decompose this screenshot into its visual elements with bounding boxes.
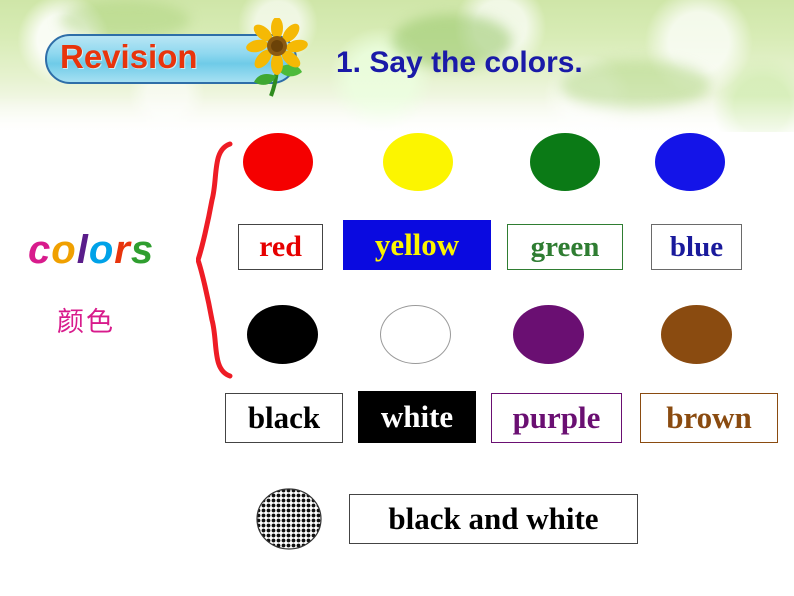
- yellow-circle: [383, 133, 453, 191]
- curly-brace-icon: [196, 141, 233, 379]
- word-blue[interactable]: blue: [651, 224, 742, 270]
- colors-label-chinese: 颜色: [57, 307, 115, 338]
- word-green[interactable]: green: [507, 224, 623, 270]
- page-title: 1. Say the colors.: [336, 46, 583, 79]
- word-red-label: red: [259, 230, 302, 263]
- word-red[interactable]: red: [238, 224, 323, 270]
- colors-letter-o1: o: [51, 228, 77, 272]
- slide-canvas: Revision 1. Say the colors. colors 颜色 re…: [0, 0, 794, 596]
- colors-label: colors: [28, 228, 154, 273]
- word-white[interactable]: white: [358, 391, 476, 443]
- white-circle: [380, 305, 451, 364]
- black-and-white-circle: [256, 488, 322, 550]
- purple-circle: [513, 305, 584, 364]
- colors-letter-o2: o: [88, 228, 115, 272]
- word-black-and-white-label: black and white: [388, 501, 599, 536]
- word-purple-label: purple: [512, 400, 601, 435]
- colors-letter-c: c: [28, 228, 52, 272]
- word-white-label: white: [380, 399, 454, 434]
- word-black-label: black: [247, 400, 321, 435]
- colors-letter-l: l: [76, 228, 89, 272]
- word-green-label: green: [530, 230, 600, 263]
- word-black[interactable]: black: [225, 393, 343, 443]
- word-yellow-label: yellow: [374, 227, 460, 262]
- word-black-and-white[interactable]: black and white: [349, 494, 638, 544]
- word-brown-label: brown: [666, 400, 752, 435]
- revision-banner-label: Revision: [60, 38, 198, 75]
- black-circle: [247, 305, 318, 364]
- blue-circle: [655, 133, 725, 191]
- word-yellow[interactable]: yellow: [343, 220, 491, 270]
- colors-letter-r: r: [114, 228, 131, 272]
- colors-letter-s: s: [130, 228, 155, 272]
- green-circle: [530, 133, 600, 191]
- red-circle: [243, 133, 313, 191]
- word-brown[interactable]: brown: [640, 393, 778, 443]
- brown-circle: [661, 305, 732, 364]
- sunflower-icon: [246, 18, 308, 97]
- word-blue-label: blue: [669, 230, 724, 263]
- word-purple[interactable]: purple: [491, 393, 622, 443]
